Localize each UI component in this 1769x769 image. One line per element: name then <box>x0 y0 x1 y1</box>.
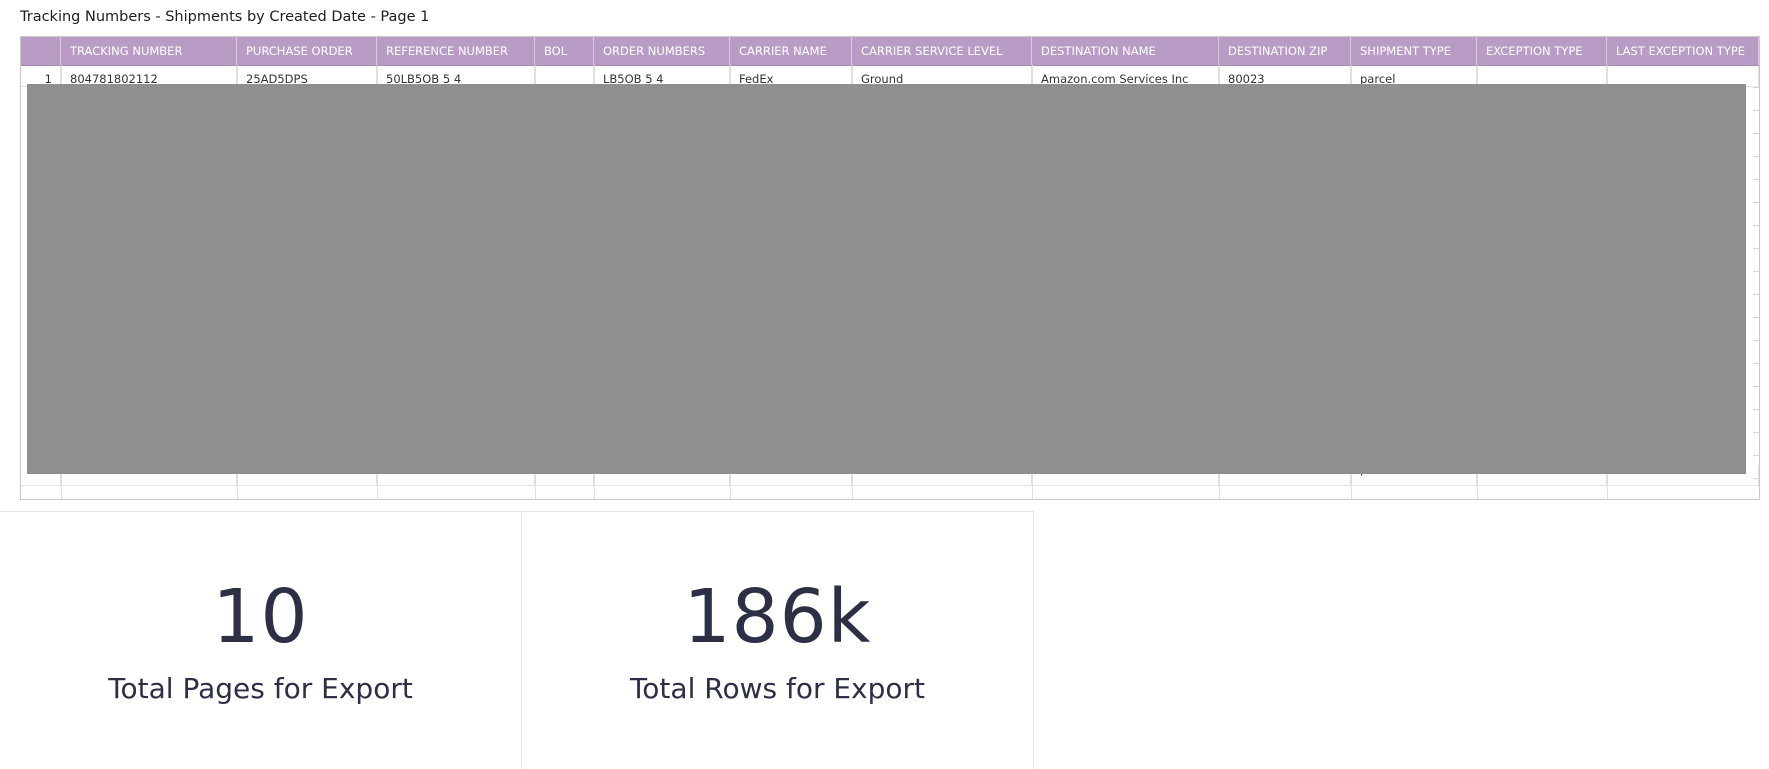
column-header-shipment-type[interactable]: SHIPMENT TYPE <box>1351 37 1477 65</box>
column-header-tracking-number[interactable]: TRACKING NUMBER <box>61 37 237 65</box>
cell-shipment-type: parcel <box>1351 66 1477 86</box>
column-header-exception-type[interactable]: EXCEPTION TYPE <box>1477 37 1607 65</box>
column-header-carrier-name[interactable]: CARRIER NAME <box>730 37 852 65</box>
report-title: Tracking Numbers - Shipments by Created … <box>20 9 430 25</box>
cell-destination-zip: 80023 <box>1219 66 1351 86</box>
cell-bol <box>535 66 594 86</box>
cell-exception-type <box>1477 66 1607 86</box>
kpi-cards: 10 Total Pages for Export 186k Total Row… <box>0 511 1769 769</box>
redaction-block <box>27 84 1746 474</box>
column-header-destination-zip[interactable]: DESTINATION ZIP <box>1219 37 1351 65</box>
column-header-purchase-order[interactable]: PURCHASE ORDER <box>237 37 377 65</box>
column-header-carrier-service-level[interactable]: CARRIER SERVICE LEVEL <box>852 37 1032 65</box>
cell-purchase-order: 25AD5DPS <box>237 66 377 86</box>
row-edge-ticks <box>1753 65 1759 499</box>
table-header: TRACKING NUMBER PURCHASE ORDER REFERENCE… <box>21 37 1759 66</box>
column-header-reference-number[interactable]: REFERENCE NUMBER <box>377 37 535 65</box>
cell-carrier-service-level: Ground <box>852 66 1032 86</box>
cell-reference-number: 50LB5OB 5 4 <box>377 66 535 86</box>
kpi-value: 186k <box>683 574 872 660</box>
cell-carrier-name: FedEx <box>730 66 852 86</box>
cell-destination-name: Amazon.com Services Inc <box>1032 66 1219 86</box>
kpi-label: Total Rows for Export <box>629 672 926 705</box>
cell-last-exception-type <box>1607 66 1759 86</box>
column-header-last-exception-type[interactable]: LAST EXCEPTION TYPE <box>1607 37 1759 65</box>
kpi-value: 10 <box>212 574 309 660</box>
kpi-label: Total Pages for Export <box>108 672 413 705</box>
cell-tracking-number: 804781802112 <box>61 66 237 86</box>
cell-order-numbers: LB5OB 5 4 <box>594 66 730 86</box>
column-header-bol[interactable]: BOL <box>535 37 594 65</box>
column-header-order-numbers[interactable]: ORDER NUMBERS <box>594 37 730 65</box>
row-index: 1 <box>21 66 61 86</box>
kpi-card-total-pages[interactable]: 10 Total Pages for Export <box>0 511 522 769</box>
column-header-index[interactable] <box>21 37 61 65</box>
kpi-card-total-rows[interactable]: 186k Total Rows for Export <box>522 511 1034 769</box>
column-header-destination-name[interactable]: DESTINATION NAME <box>1032 37 1219 65</box>
